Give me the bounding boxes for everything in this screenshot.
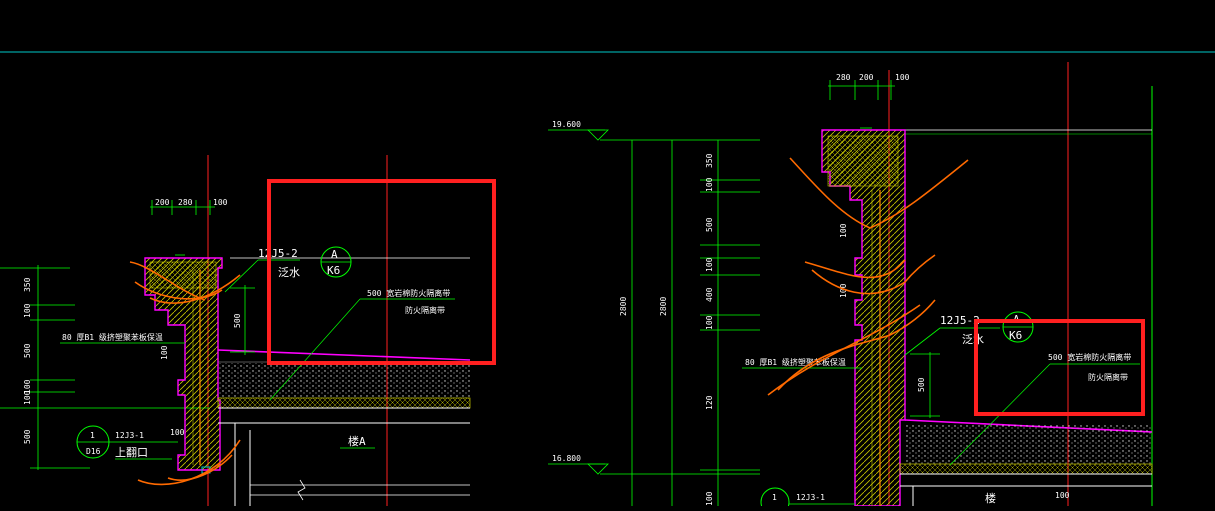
- left-fire-note-2: 防火隔离带: [405, 305, 445, 315]
- right-ref-code: 12J5-2: [940, 314, 980, 327]
- left-highlight-box: [267, 179, 496, 365]
- right-fire-note-1: 500 宽岩棉防火隔离带: [1048, 352, 1131, 362]
- left-detail: 350 100 500 100 100 500 200 280 100 500 …: [0, 155, 496, 506]
- left-dim-350: 350: [23, 277, 32, 292]
- right-dim-100c: 100: [705, 315, 714, 330]
- right-ref-text: 泛水: [962, 333, 984, 346]
- left-dim-100-left: 100: [160, 345, 169, 360]
- right-dim-500-flash: 500: [917, 377, 926, 392]
- left-fire-note-1: 500 宽岩棉防火隔离带: [367, 288, 450, 298]
- left-top-dim-280: 280: [178, 198, 193, 207]
- left-dim-500a: 500: [23, 343, 32, 358]
- right-dim-500: 500: [705, 217, 714, 232]
- left-room-label: 楼A: [348, 434, 366, 448]
- left-dim-500-flash: 500: [233, 313, 242, 328]
- left-dim-100-bottom: 100: [170, 428, 185, 437]
- right-dim-120: 120: [705, 395, 714, 410]
- right-highlight-box: [974, 319, 1145, 416]
- right-detail: 280 200 100 350 100 500 100 400 100 120 …: [700, 62, 1153, 511]
- right-dim-100b: 100: [705, 257, 714, 272]
- cad-drawing-canvas[interactable]: 350 100 500 100 100 500 200 280 100 500 …: [0, 0, 1215, 511]
- left-callout-bottom: K6: [327, 264, 340, 277]
- right-section-code: 12J3-1: [796, 493, 825, 502]
- right-section-num: 1: [772, 493, 777, 502]
- height-dim-2800b: 2800: [659, 297, 668, 316]
- right-top-dim-100: 100: [895, 73, 910, 82]
- left-section-num: 1: [90, 431, 95, 440]
- elevation-markers: 19.600 16.800 2800 2800: [548, 120, 760, 506]
- right-dim-100a: 100: [705, 177, 714, 192]
- left-dim-100a: 100: [23, 303, 32, 318]
- right-dim-100-floor: 100: [1055, 491, 1070, 500]
- left-top-dim-200: 200: [155, 198, 170, 207]
- right-dim-350: 350: [705, 153, 714, 168]
- left-dim-500b: 500: [23, 429, 32, 444]
- height-dim-2800a: 2800: [619, 297, 628, 316]
- elevation-16800: 16.800: [552, 454, 581, 463]
- right-top-dim-200: 200: [859, 73, 874, 82]
- left-section-text: 上翻口: [115, 445, 148, 459]
- right-top-dim-280: 280: [836, 73, 851, 82]
- left-ref-text: 泛水: [278, 266, 300, 279]
- right-dim-100-inner: 100: [839, 223, 848, 238]
- left-section-code: 12J3-1: [115, 431, 144, 440]
- left-section-sheet: D16: [86, 447, 101, 456]
- right-room-label: 楼: [985, 491, 996, 505]
- right-dim-100-bottom: 100: [705, 491, 714, 506]
- elevation-19600: 19.600: [552, 120, 581, 129]
- left-top-dim-100: 100: [213, 198, 228, 207]
- left-insulation-note: 80 厚B1 级挤塑聚苯板保温: [62, 332, 163, 342]
- right-dim-400: 400: [705, 287, 714, 302]
- cad-drawing: 350 100 500 100 100 500 200 280 100 500 …: [0, 51, 1215, 511]
- right-fire-note-2: 防火隔离带: [1088, 372, 1128, 382]
- left-dim-100c: 100: [23, 390, 32, 405]
- left-ref-code: 12J5-2: [258, 247, 298, 260]
- right-insulation-note: 80 厚B1 级挤塑聚苯板保温: [745, 357, 846, 367]
- left-callout-top: A: [331, 248, 338, 261]
- right-callout-bottom: K6: [1009, 329, 1022, 342]
